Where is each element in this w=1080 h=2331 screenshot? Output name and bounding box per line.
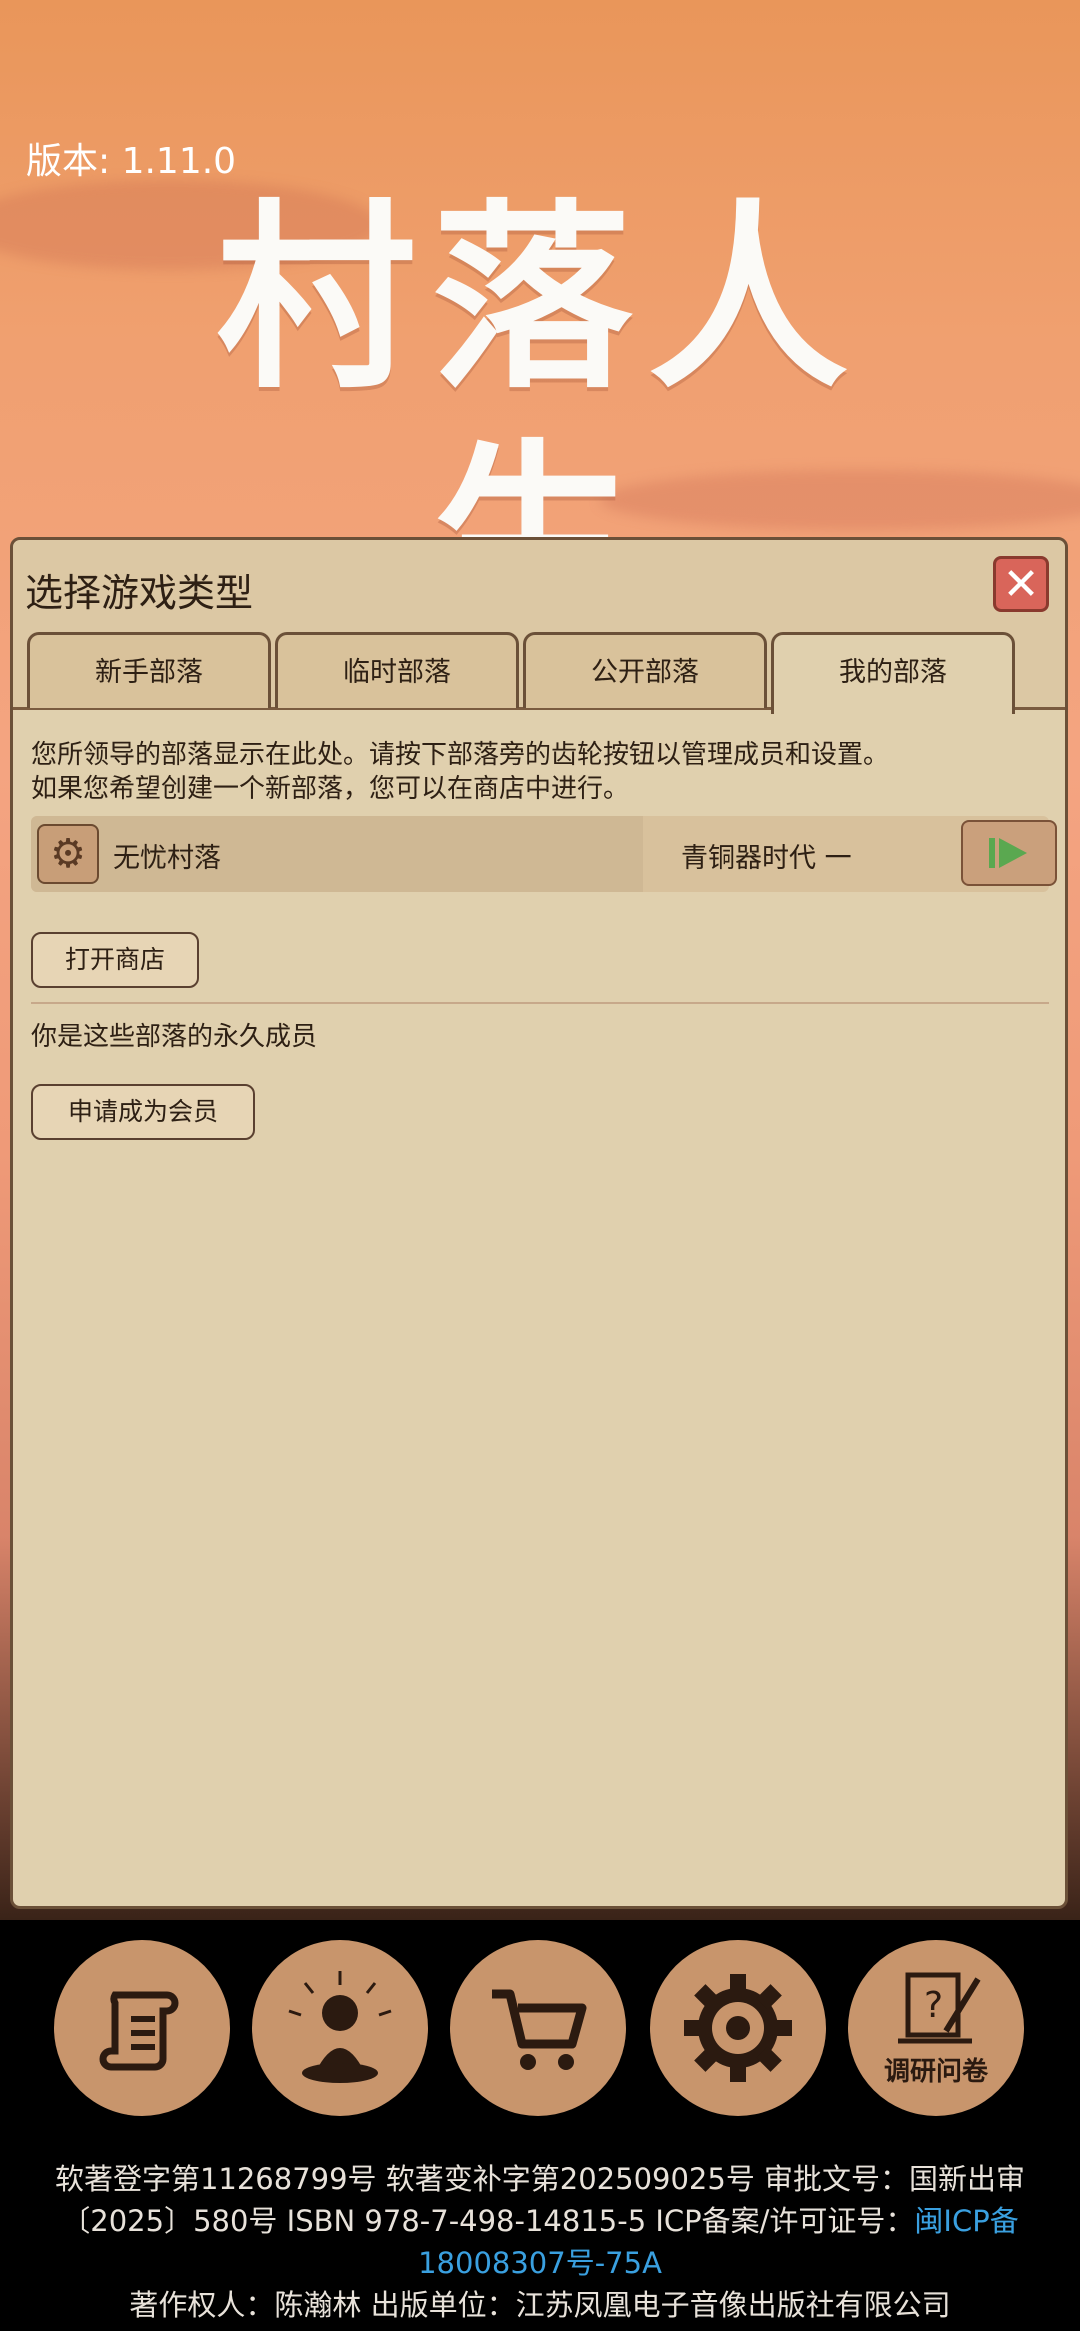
permanent-member-text: 你是这些部落的永久成员 [31, 1022, 318, 1052]
version-label: 版本: 1.11.0 [26, 141, 237, 182]
dialog-title: 选择游戏类型 [25, 571, 254, 615]
legal-info: 软著登字第11268799号 软著变补字第202509025号 审批文号：国新出… [0, 2158, 1080, 2326]
game-type-dialog: 选择游戏类型 ✕ 新手部落 临时部落 公开部落 我的部落 您所领导的部落显示在此… [10, 537, 1068, 1909]
scroll-button[interactable] [54, 1940, 230, 2116]
tab-public-tribe[interactable]: 公开部落 [523, 632, 767, 708]
game-logo: 村落人生 [215, 183, 864, 656]
svg-text:?: ? [924, 1985, 943, 2026]
tribe-row: ⚙ 无忧村落 青铜器时代 一 [31, 816, 1057, 892]
play-icon [989, 838, 1027, 868]
dialog-description: 您所领导的部落显示在此处。请按下部落旁的齿轮按钮以管理成员和设置。 如果您希望创… [31, 738, 889, 806]
enter-tribe-button[interactable] [961, 820, 1057, 886]
gear-icon: ⚙ [50, 831, 86, 877]
tab-temporary-tribe[interactable]: 临时部落 [275, 632, 519, 708]
legal-line-4: 著作权人：陈瀚林 出版单位：江苏凤凰电子音像出版社有限公司 [129, 2288, 951, 2322]
survey-icon: ? [898, 1972, 981, 2043]
icp-link-cont[interactable]: 18008307号-75A [0, 2242, 1080, 2284]
survey-label: 调研问卷 [883, 2056, 988, 2087]
shop-cart-button[interactable] [450, 1940, 626, 2116]
gear-icon [684, 1974, 792, 2082]
tribe-name: 无忧村落 [113, 843, 221, 874]
apply-member-button[interactable]: 申请成为会员 [31, 1084, 255, 1140]
icp-link[interactable]: 闽ICP备 [914, 2204, 1018, 2238]
open-shop-button[interactable]: 打开商店 [31, 932, 199, 988]
close-icon: ✕ [1002, 559, 1040, 610]
settings-button[interactable] [650, 1940, 826, 2116]
legal-line-1: 软著登字第11268799号 软著变补字第202509025号 审批文号：国新出… [54, 2162, 1026, 2196]
tab-my-tribe[interactable]: 我的部落 [771, 632, 1015, 714]
description-line-2: 如果您希望创建一个新部落，您可以在商店中进行。 [31, 774, 630, 804]
tribe-era: 青铜器时代 一 [681, 843, 852, 874]
legal-line-2: 〔2025〕580号 ISBN 978-7-498-14815-5 ICP备案/… [61, 2204, 915, 2238]
dialog-header: 选择游戏类型 ✕ 新手部落 临时部落 公开部落 我的部落 [13, 540, 1065, 714]
meditation-icon [288, 1971, 392, 2083]
tribe-settings-button[interactable]: ⚙ [37, 824, 99, 884]
close-button[interactable]: ✕ [993, 556, 1049, 612]
scroll-icon [99, 1991, 179, 2071]
meditation-button[interactable] [252, 1940, 428, 2116]
tab-newbie-tribe[interactable]: 新手部落 [27, 632, 271, 708]
cart-icon [492, 1989, 587, 2070]
description-line-1: 您所领导的部落显示在此处。请按下部落旁的齿轮按钮以管理成员和设置。 [31, 740, 890, 770]
divider [31, 1002, 1049, 1004]
survey-button[interactable]: ? 调研问卷 [848, 1940, 1024, 2116]
